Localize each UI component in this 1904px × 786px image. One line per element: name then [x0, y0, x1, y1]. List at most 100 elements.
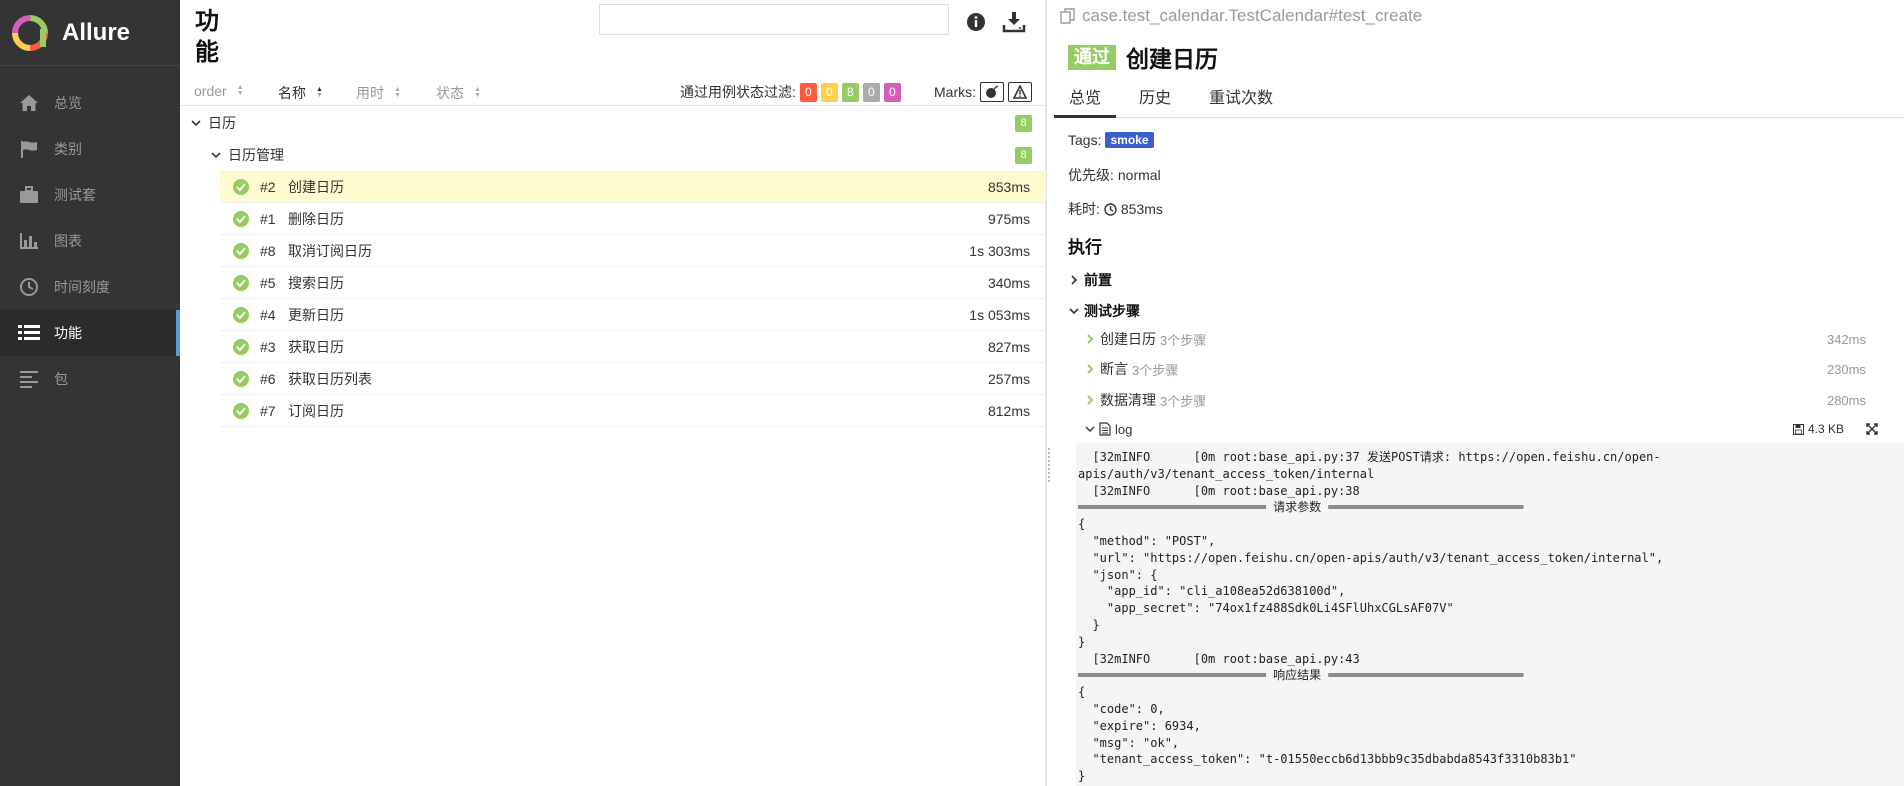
sort-status[interactable]: 状态 ▲ ▼	[436, 83, 481, 103]
clock-icon	[18, 276, 40, 298]
duration-line: 耗时: 853ms	[1068, 199, 1163, 219]
tree-panel: 功能 order ▲ ▼ 名称 ▲ ▼ 用时 ▲ ▼ 状态 ▲ ▼ 通过用例状态过滤: …	[180, 0, 1046, 786]
test-duration: 1s 053ms	[969, 306, 1030, 323]
setup-section[interactable]: 前置	[1068, 270, 1112, 290]
sort-order[interactable]: order ▲ ▼	[194, 83, 244, 99]
sidebar-item-packages[interactable]: 包	[0, 356, 180, 402]
sidebar-item-graphs[interactable]: 图表	[0, 218, 180, 264]
test-duration: 975ms	[987, 210, 1030, 227]
tag-badge: smoke	[1105, 132, 1154, 148]
test-row[interactable]: #5 搜索日历 340ms	[220, 267, 1046, 299]
filter-failed-chip[interactable]: 0	[799, 82, 817, 102]
info-icon[interactable]	[966, 12, 986, 32]
splitter-grip-icon[interactable]	[1048, 448, 1052, 482]
tree-group-calendar-management[interactable]: 日历管理 8	[180, 139, 1046, 171]
sidebar-item-timeline[interactable]: 时间刻度	[0, 264, 180, 310]
filter-unknown-chip[interactable]: 0	[883, 82, 901, 102]
expand-icon[interactable]	[1866, 423, 1878, 435]
test-name: 更新日历	[288, 306, 344, 323]
test-name: 获取日历	[288, 338, 344, 355]
log-attachment-row[interactable]: log 4.3 KB	[1084, 418, 1884, 440]
priority-value: normal	[1117, 167, 1161, 183]
passed-status-icon	[233, 242, 249, 259]
file-text-icon	[1099, 422, 1111, 436]
search-input[interactable]	[599, 4, 949, 35]
execution-title: 执行	[1068, 238, 1102, 257]
test-title: 创建日历	[1126, 46, 1218, 72]
test-number: #5	[260, 274, 276, 291]
priority-label: 优先级:	[1068, 167, 1114, 183]
chevron-down-icon	[1085, 426, 1095, 432]
chevron-down-icon	[1069, 308, 1079, 315]
sidebar-item-label: 时间刻度	[54, 279, 110, 295]
test-name: 删除日历	[288, 210, 344, 227]
step-substeps: 3个步骤	[1160, 393, 1207, 409]
test-row[interactable]: #8 取消订阅日历 1s 303ms	[220, 235, 1046, 267]
sidebar-item-suites[interactable]: 测试套	[0, 172, 180, 218]
test-row[interactable]: #2 创建日历 853ms	[220, 171, 1046, 203]
new-failed-mark-button[interactable]	[1008, 82, 1032, 102]
flag-icon	[18, 138, 40, 160]
log-size: 4.3 KB	[1792, 422, 1844, 436]
test-number: #2	[260, 179, 276, 195]
copy-icon[interactable]	[1060, 8, 1076, 24]
test-steps-section[interactable]: 测试步骤	[1068, 301, 1140, 321]
sidebar-item-categories[interactable]: 类别	[0, 126, 180, 172]
chevron-down-icon	[191, 120, 201, 127]
step-row[interactable]: 创建日历 3个步骤 342ms	[1084, 326, 1884, 352]
test-number: #6	[260, 370, 276, 387]
test-duration: 340ms	[987, 274, 1030, 291]
test-row[interactable]: #7 订阅日历 812ms	[220, 395, 1046, 427]
test-duration: 257ms	[987, 370, 1030, 387]
test-duration: 827ms	[987, 338, 1030, 355]
test-row[interactable]: #1 删除日历 975ms	[220, 203, 1046, 235]
filter-broken-chip[interactable]: 0	[820, 82, 838, 102]
sort-duration[interactable]: 用时 ▲ ▼	[356, 83, 401, 103]
test-duration: 1s 303ms	[969, 242, 1030, 259]
passed-status-icon	[233, 210, 249, 227]
filter-skipped-chip[interactable]: 0	[862, 82, 880, 102]
test-row[interactable]: #4 更新日历 1s 053ms	[220, 299, 1046, 331]
chevron-right-icon	[1087, 395, 1094, 405]
test-name: 创建日历	[288, 179, 344, 195]
bomb-icon	[986, 85, 998, 98]
test-name: 搜索日历	[288, 274, 344, 291]
sidebar-item-overview[interactable]: 总览	[0, 80, 180, 126]
tree: 日历 8 日历管理 8 #2 创建日历 853ms #1 删除日历 975ms …	[180, 107, 1046, 427]
test-number: #7	[260, 402, 276, 419]
step-row[interactable]: 数据清理 3个步骤 280ms	[1084, 387, 1884, 413]
sidebar-nav: 总览 类别 测试套 图表 时间刻度 功能 包	[0, 66, 180, 402]
sidebar-item-behaviors[interactable]: 功能	[0, 310, 180, 356]
sidebar-item-label: 测试套	[54, 187, 96, 203]
sort-arrows-icon: ▲ ▼	[474, 86, 481, 99]
passed-status-icon	[233, 402, 249, 419]
group-label: 日历管理	[228, 147, 284, 163]
tab-overview[interactable]: 总览	[1054, 84, 1117, 118]
flaky-mark-button[interactable]	[980, 82, 1004, 102]
test-row[interactable]: #3 获取日历 827ms	[220, 331, 1046, 363]
warning-icon	[1013, 85, 1027, 99]
home-icon	[18, 92, 40, 114]
brand[interactable]: Allure	[0, 0, 180, 66]
filter-passed-chip[interactable]: 8	[841, 82, 859, 102]
step-duration: 280ms	[1826, 392, 1866, 408]
test-name: 取消订阅日历	[288, 242, 372, 259]
sidebar-item-label: 图表	[54, 233, 82, 249]
tree-group-calendar[interactable]: 日历 8	[180, 107, 1046, 139]
tab-history[interactable]: 历史	[1124, 84, 1186, 118]
save-icon	[1792, 423, 1804, 435]
pane-splitter[interactable]	[1046, 0, 1054, 786]
chevron-right-icon	[1087, 364, 1094, 374]
sidebar-item-label: 总览	[54, 95, 82, 111]
passed-status-icon	[233, 274, 249, 291]
sort-bar: order ▲ ▼ 名称 ▲ ▼ 用时 ▲ ▼ 状态 ▲ ▼ 通过用例状态过滤: 0 0…	[180, 78, 1046, 106]
step-name: 创建日历	[1100, 331, 1156, 347]
download-icon[interactable]	[1002, 11, 1026, 33]
tab-retries[interactable]: 重试次数	[1194, 84, 1288, 118]
test-row[interactable]: #6 获取日历列表 257ms	[220, 363, 1046, 395]
test-number: #8	[260, 242, 276, 259]
step-row[interactable]: 断言 3个步骤 230ms	[1084, 356, 1884, 382]
sort-arrows-icon: ▲ ▼	[394, 86, 401, 99]
bar-chart-icon	[18, 230, 40, 252]
sort-name[interactable]: 名称 ▲ ▼	[278, 83, 323, 103]
